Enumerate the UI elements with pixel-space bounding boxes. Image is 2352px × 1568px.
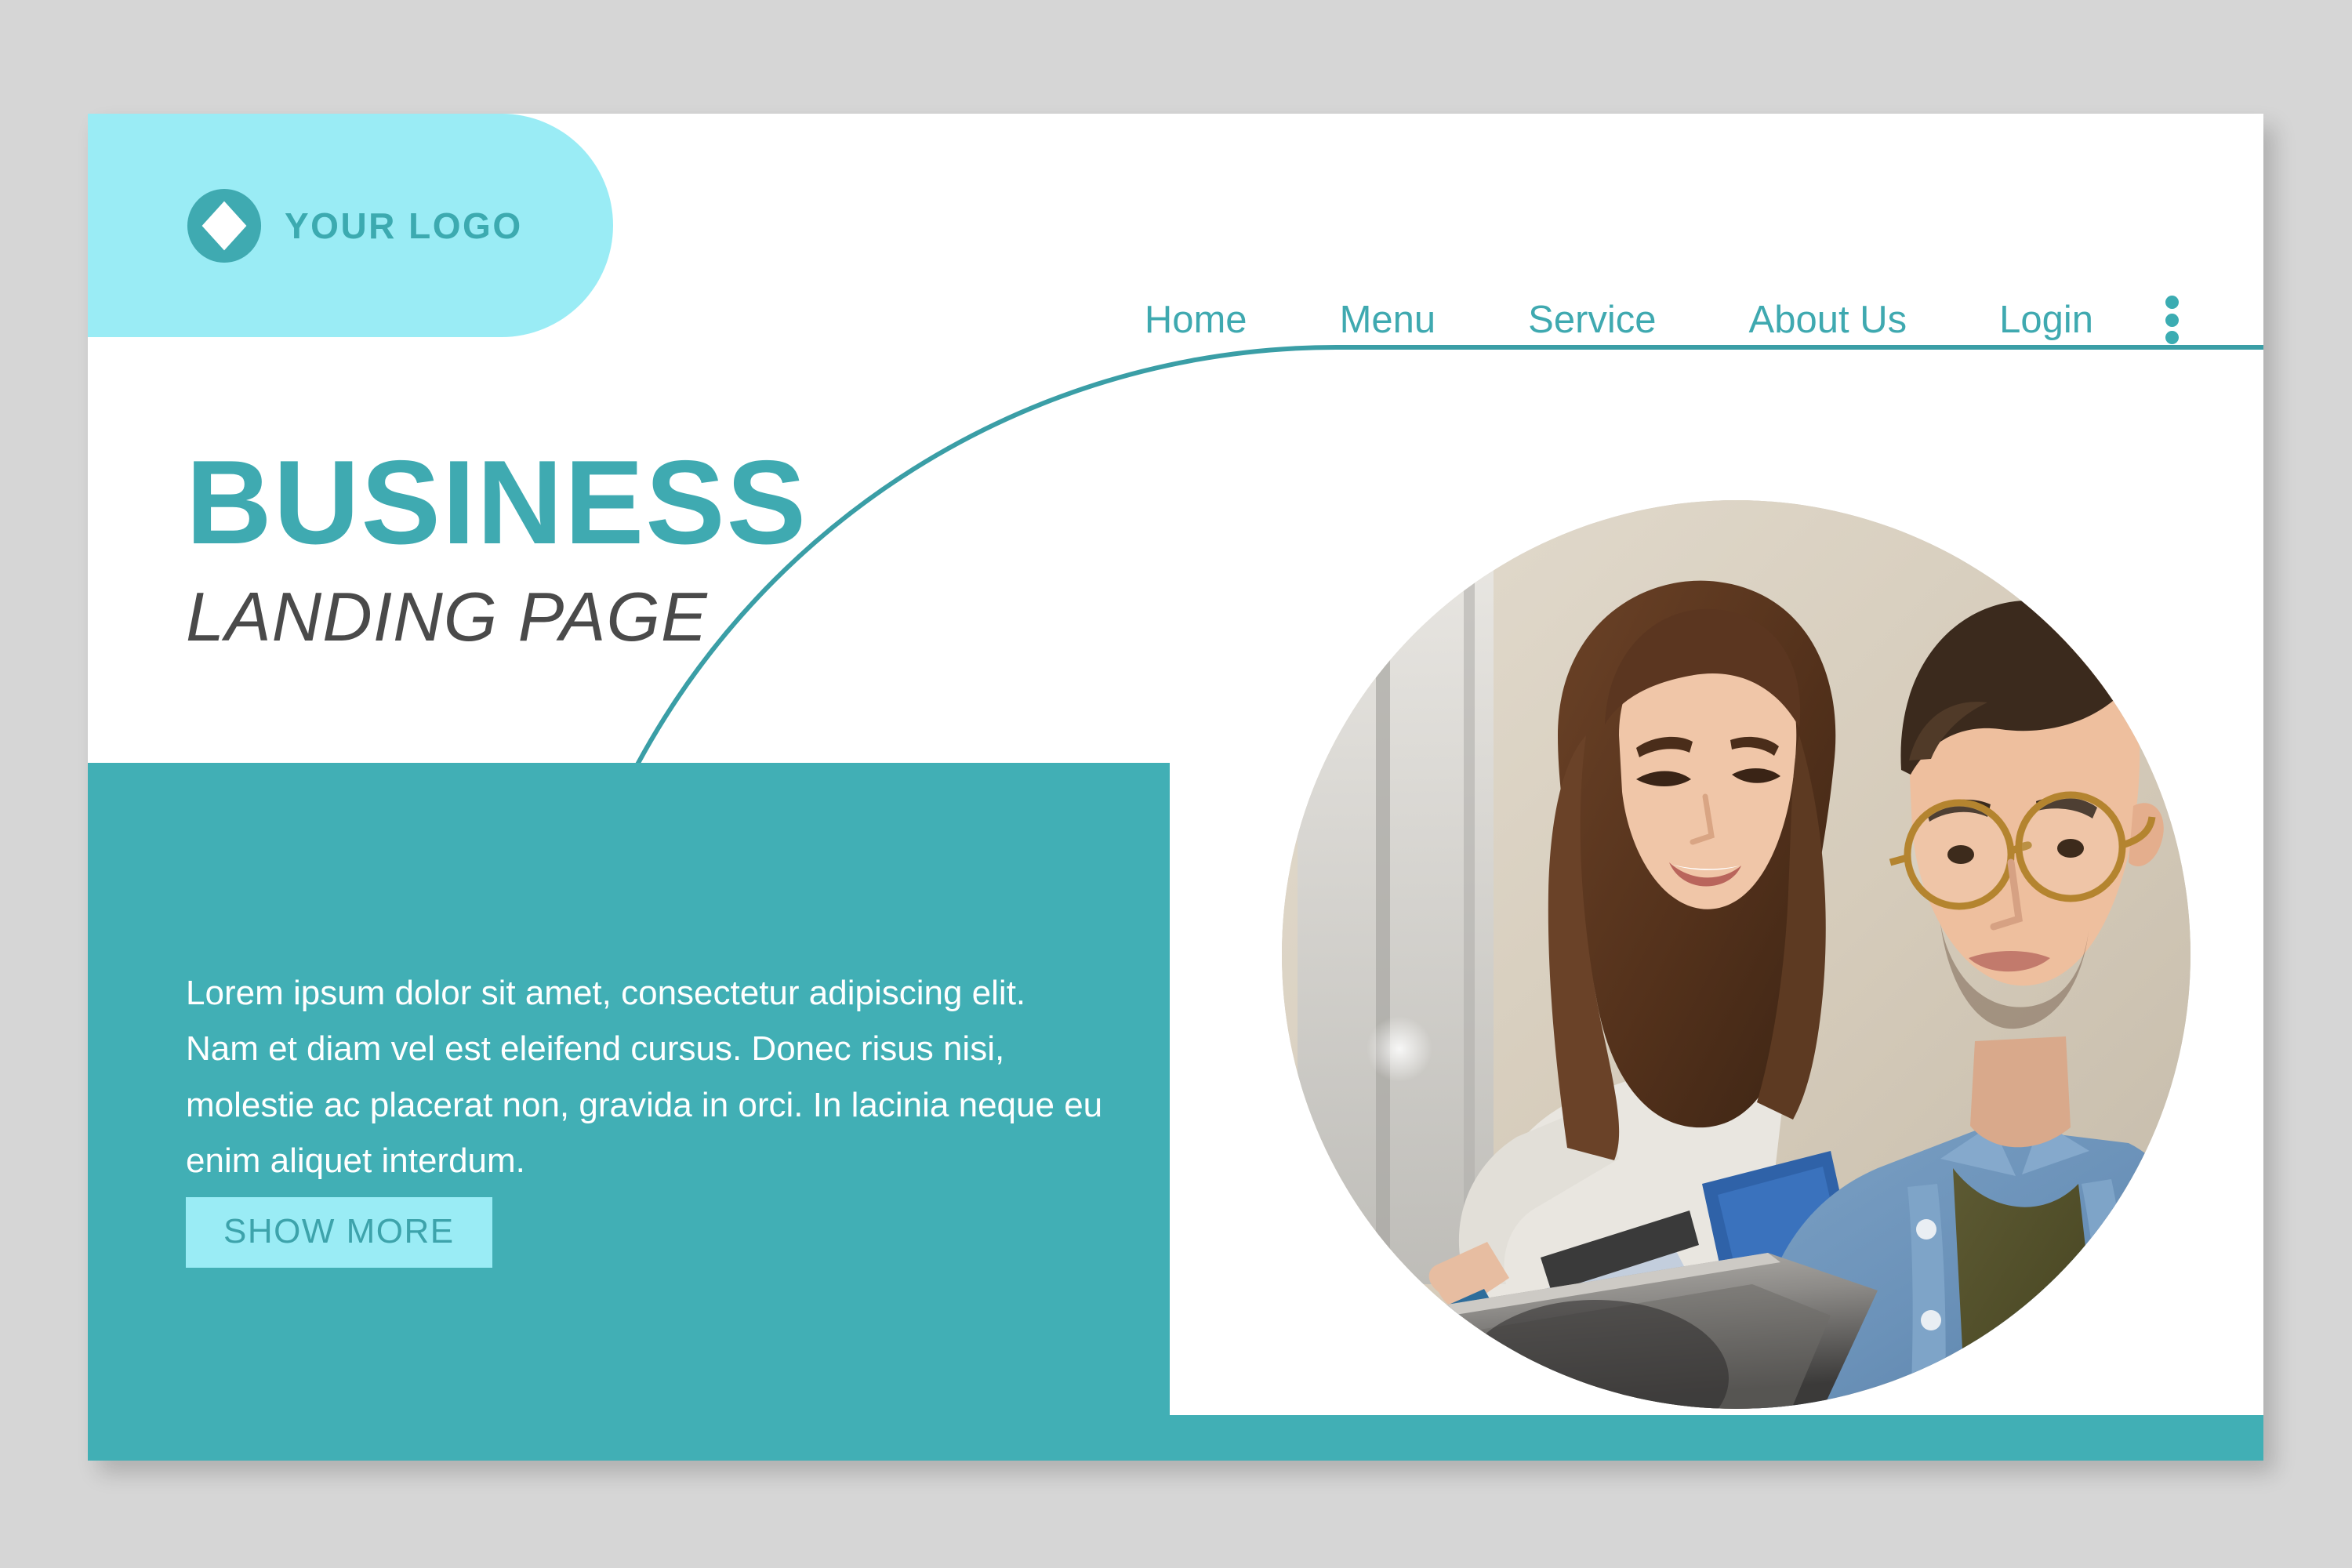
nav-item-login[interactable]: Login <box>1999 300 2093 339</box>
page-title: BUSINESS <box>186 436 808 569</box>
hero-heading-block: BUSINESS LANDING PAGE <box>186 443 808 655</box>
hero-photo-illustration <box>1282 500 2190 1409</box>
hero-photo-ring <box>1240 459 2232 1450</box>
hero-description: Lorem ipsum dolor sit amet, consectetur … <box>186 974 1103 1180</box>
bottom-accent-bar <box>88 1415 2263 1461</box>
logo-text: YOUR LOGO <box>285 205 523 246</box>
landing-page-card: YOUR LOGO Home Menu Service About Us Log… <box>88 114 2263 1461</box>
more-vertical-icon[interactable] <box>2165 296 2179 344</box>
show-more-button[interactable]: SHOW MORE <box>186 1197 492 1268</box>
nav-item-menu[interactable]: Menu <box>1340 300 1436 339</box>
kebab-dot <box>2165 296 2179 309</box>
diamond-in-circle-icon <box>187 188 262 263</box>
page-subtitle: LANDING PAGE <box>186 578 708 655</box>
hero-photo-circle <box>1282 500 2190 1409</box>
kebab-dot <box>2165 313 2179 327</box>
main-navigation: Home Menu Service About Us Login <box>1145 296 2179 344</box>
nav-item-home[interactable]: Home <box>1145 300 1247 339</box>
nav-item-about-us[interactable]: About Us <box>1749 300 1907 339</box>
nav-item-service[interactable]: Service <box>1528 300 1656 339</box>
kebab-dot <box>2165 331 2179 344</box>
site-header: YOUR LOGO Home Menu Service About Us Log… <box>88 114 2263 344</box>
logo-badge[interactable]: YOUR LOGO <box>88 114 613 337</box>
